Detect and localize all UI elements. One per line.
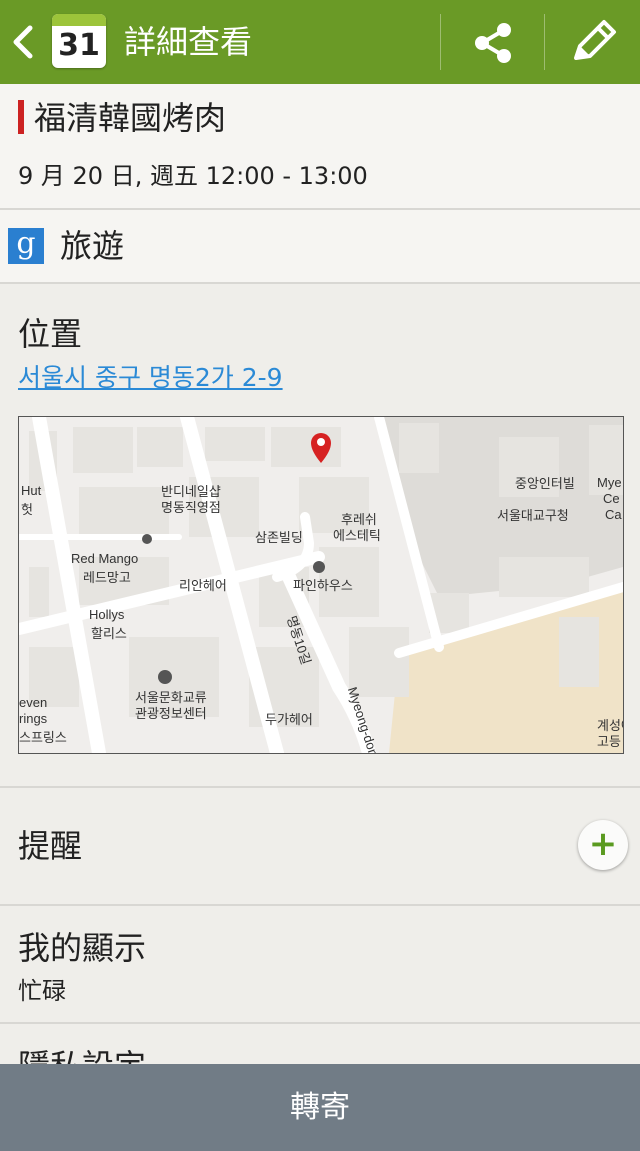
map-label: 레드망고	[83, 570, 131, 585]
action-divider	[440, 14, 441, 70]
map-label: Ce	[603, 491, 620, 506]
map-label: Mye	[597, 475, 622, 490]
map-label: 리안헤어	[179, 578, 227, 593]
action-divider	[544, 14, 545, 70]
share-button[interactable]	[470, 20, 516, 66]
map-label: 할리스	[91, 626, 127, 641]
map-label: 고등	[597, 734, 621, 749]
add-reminder-button[interactable]: +	[578, 820, 628, 870]
page-title: 詳細查看	[124, 23, 253, 61]
calendar-app-icon[interactable]: 31	[52, 14, 106, 68]
show-me-label: 我的顯示	[18, 929, 147, 967]
share-icon	[475, 23, 511, 63]
action-bar: 31 詳細查看	[0, 0, 640, 84]
map-label: 관광정보센터	[135, 706, 207, 721]
map-label: rings	[19, 711, 48, 726]
calendar-icon-ring	[52, 14, 106, 26]
map-label: even	[19, 695, 48, 710]
google-calendar-icon: g	[8, 228, 44, 264]
location-map[interactable]: Hut 헛 반디네일샵 명동직영점 삼존빌딩 후레쉬 에스테틱 파인하우스 Re…	[18, 416, 624, 754]
map-label: Hut	[21, 483, 42, 498]
bottom-bar: 轉寄	[0, 1064, 640, 1151]
map-label: 헛	[21, 502, 33, 517]
event-title: 福清韓國烤肉	[34, 99, 227, 137]
map-label: Red Mango	[71, 551, 139, 566]
calendar-name: 旅遊	[60, 227, 125, 265]
section-divider	[0, 786, 640, 788]
edit-button[interactable]	[568, 18, 620, 68]
show-me-value: 忙碌	[18, 977, 66, 1005]
map-label: 두가헤어	[265, 712, 313, 727]
section-divider	[0, 1022, 640, 1024]
map-label: Hollys	[89, 607, 125, 622]
back-arrow-icon	[13, 25, 33, 59]
map-label: 스프링스	[19, 730, 67, 745]
location-address-link[interactable]: 서울시 중구 명동2가 2-9	[18, 360, 283, 396]
map-label: 명동직영점	[161, 500, 221, 515]
event-time: 9 月 20 日, 週五 12:00 - 13:00	[18, 162, 368, 190]
map-label: Ca	[605, 507, 622, 522]
location-label: 位置	[18, 315, 83, 353]
map-label: 서울대교구청	[497, 508, 569, 523]
map-label: 삼존빌딩	[255, 530, 303, 545]
calendar-icon-day: 31	[58, 28, 100, 63]
plus-icon: +	[588, 824, 618, 864]
map-label: 파인하우스	[293, 578, 353, 593]
event-color-bar	[18, 100, 24, 134]
pencil-icon	[574, 20, 616, 60]
section-divider	[0, 904, 640, 906]
reminder-label: 提醒	[18, 827, 83, 865]
map-label: 에스테틱	[333, 528, 381, 543]
map-label: 중앙인터빌	[515, 476, 575, 491]
back-button[interactable]	[10, 22, 38, 62]
forward-button[interactable]: 轉寄	[0, 1086, 640, 1130]
